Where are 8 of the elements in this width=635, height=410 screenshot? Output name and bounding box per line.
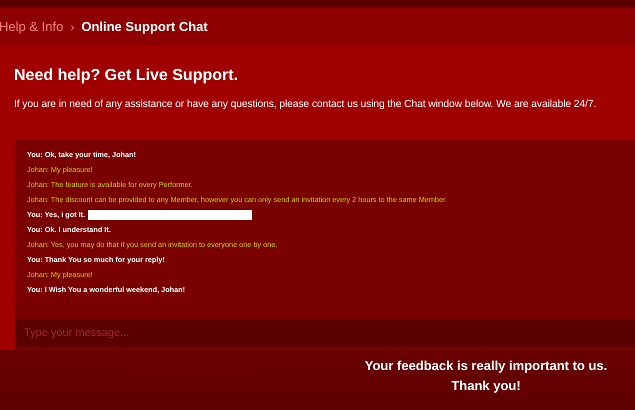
- feedback-text: Your feedback is really important to us.: [364, 357, 608, 375]
- breadcrumb-current: Online Support Chat: [81, 19, 208, 34]
- breadcrumb-link[interactable]: Help & Info: [0, 19, 64, 34]
- breadcrumb-separator: ›: [70, 20, 74, 34]
- message-input[interactable]: Type your message...: [15, 319, 635, 347]
- page-heading: Need help? Get Live Support.: [14, 67, 240, 85]
- intro-text: If you are in need of any assistance or have any questions, please contact us using the Chat window below. We are available 24/7.: [14, 99, 598, 110]
- feedback-text: Thank you!: [450, 377, 522, 395]
